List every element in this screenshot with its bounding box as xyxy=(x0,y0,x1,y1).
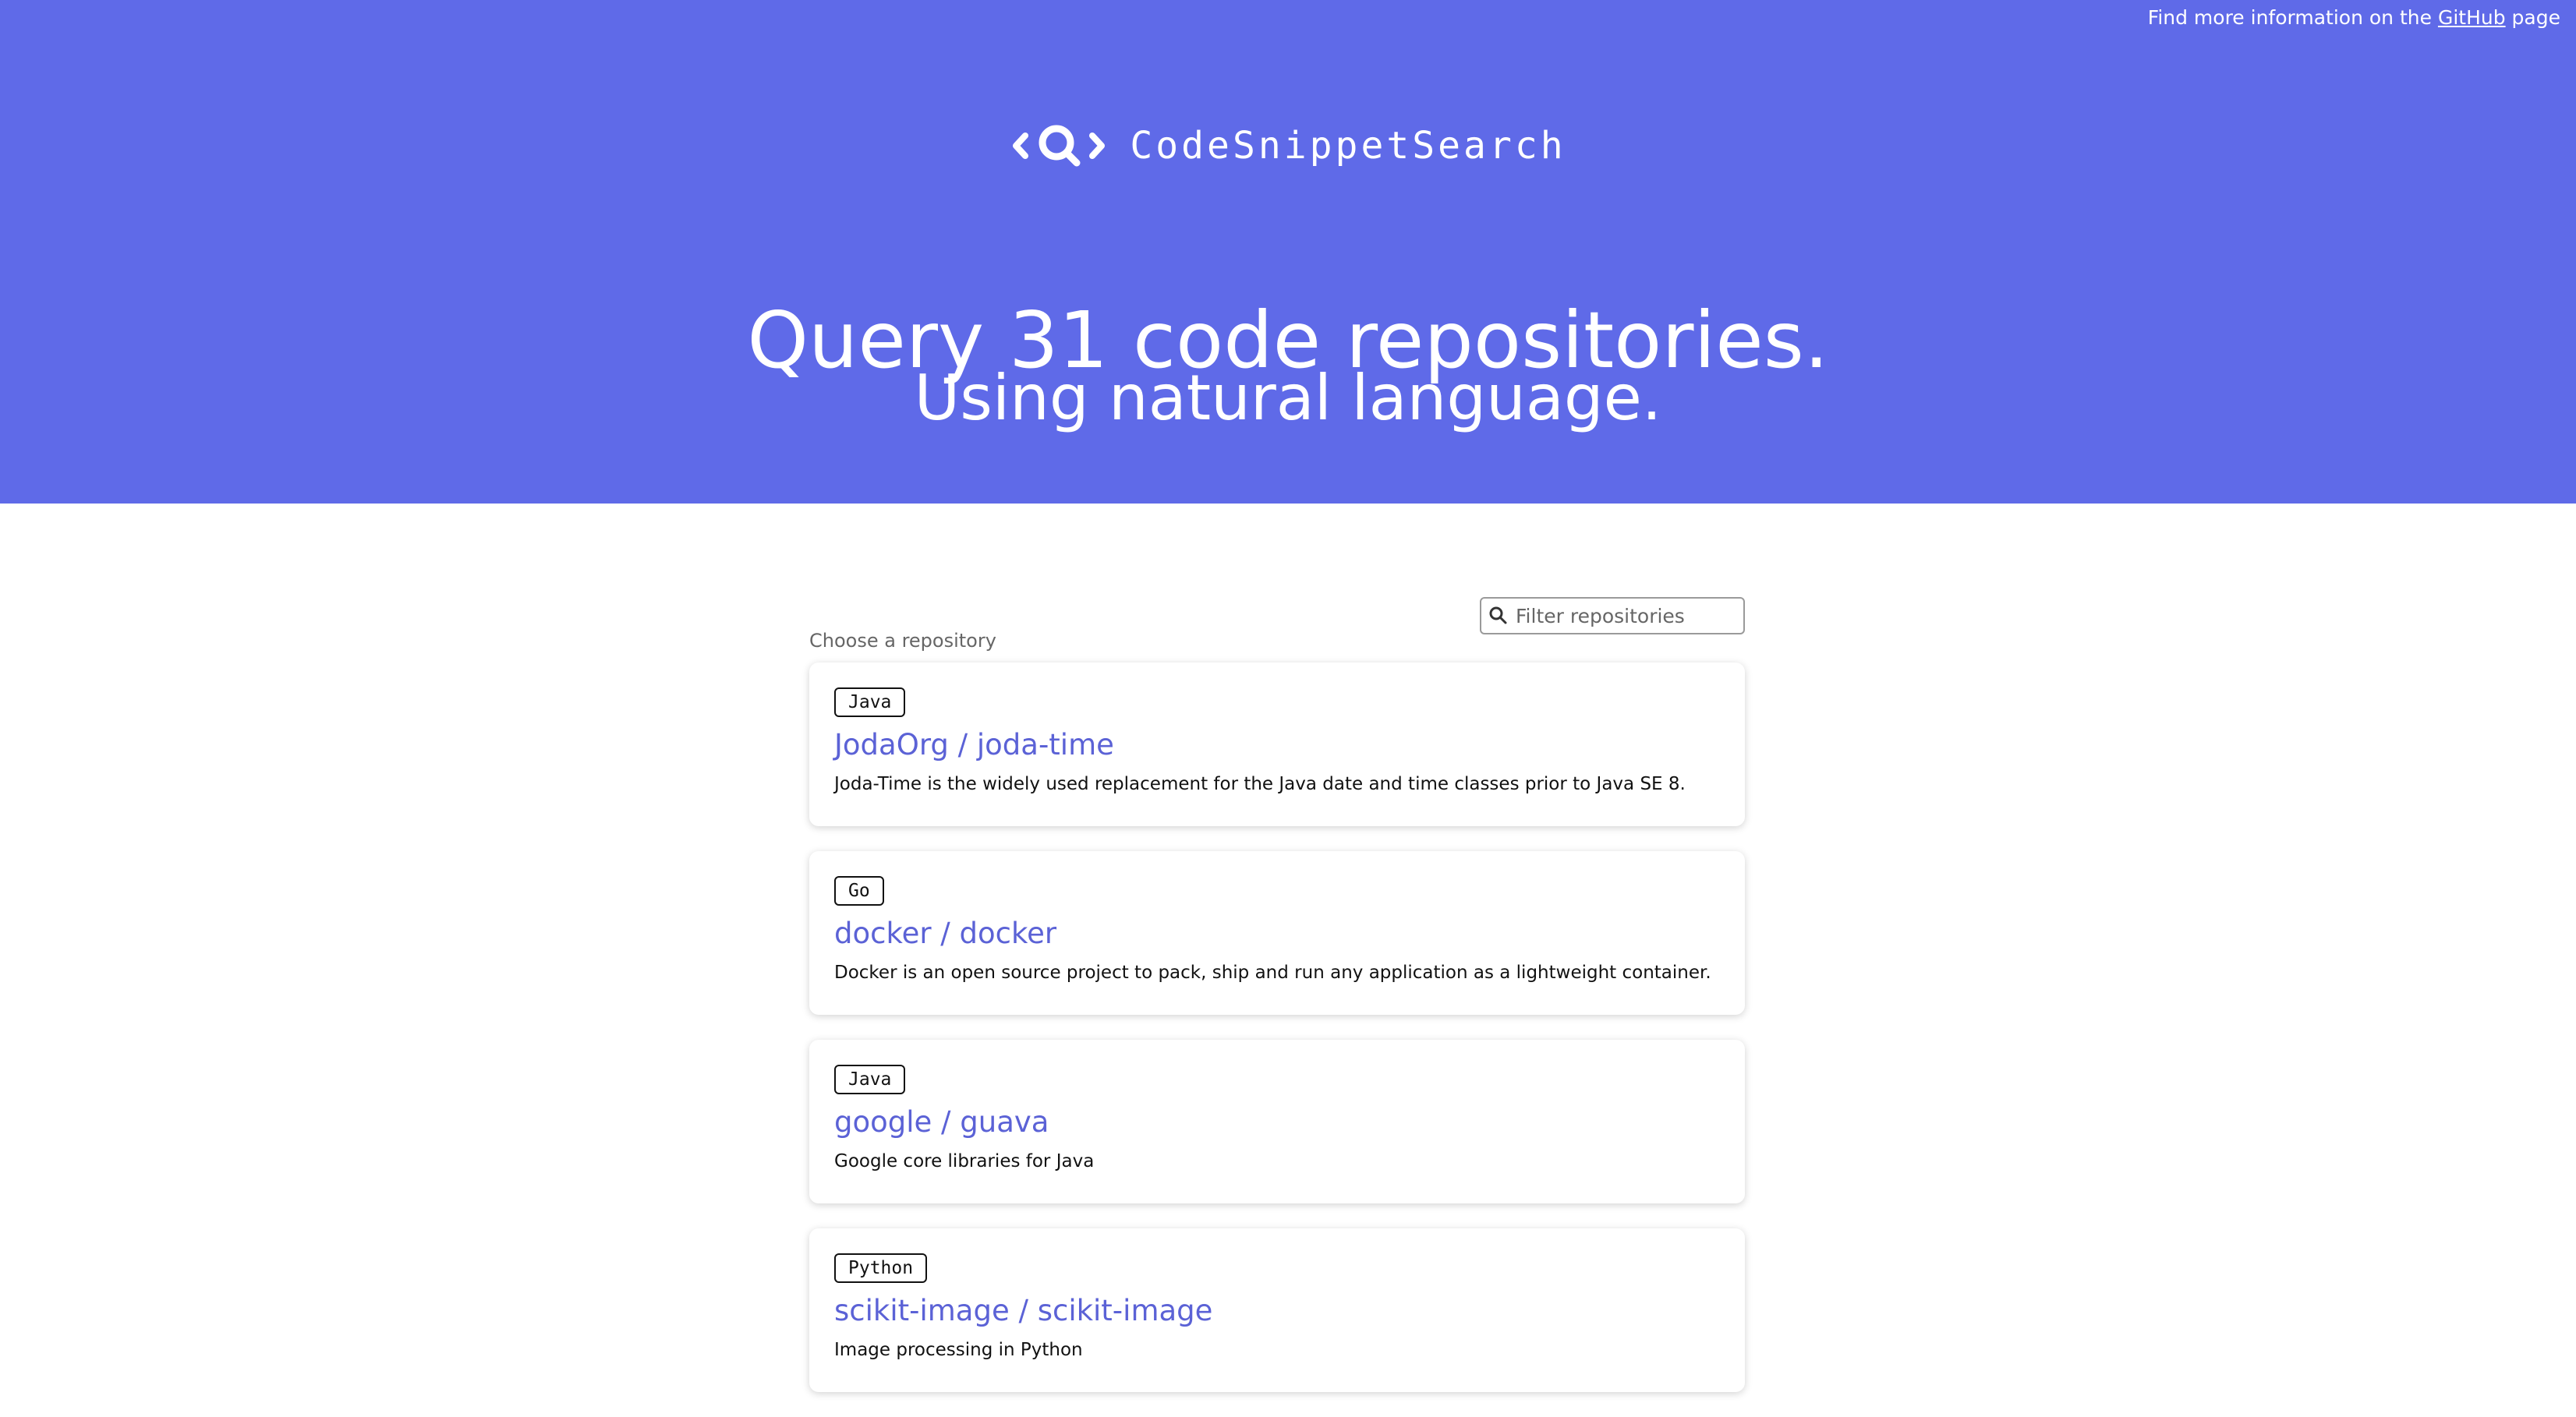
filter-repositories-field[interactable] xyxy=(1480,597,1745,634)
search-icon xyxy=(1489,606,1507,624)
repository-description: Docker is an open source project to pack… xyxy=(834,963,1711,983)
language-badge: Java xyxy=(834,1065,906,1094)
code-search-logo-icon xyxy=(1013,125,1106,167)
repository-card[interactable]: Python scikit-image / scikit-image Image… xyxy=(809,1228,1745,1392)
logo-text: CodeSnippetSearch xyxy=(1130,124,1566,168)
repository-list-section: Choose a repository Java JodaOrg / joda-… xyxy=(809,597,1745,1417)
page-subtitle: Using natural language. xyxy=(914,362,1662,434)
repository-description: Image processing in Python xyxy=(834,1340,1083,1360)
repository-card[interactable]: Java JodaOrg / joda-time Joda-Time is th… xyxy=(809,663,1745,826)
language-badge: Go xyxy=(834,876,884,906)
github-info-note: Find more information on the GitHub page xyxy=(2148,6,2560,29)
repository-description: Google core libraries for Java xyxy=(834,1151,1095,1171)
repository-list-header: Choose a repository xyxy=(809,597,1745,652)
language-badge: Java xyxy=(834,687,906,717)
repository-card[interactable]: Go docker / docker Docker is an open sou… xyxy=(809,851,1745,1015)
github-note-prefix: Find more information on the xyxy=(2147,6,2432,29)
github-link[interactable]: GitHub xyxy=(2438,6,2506,29)
repository-card[interactable]: Java google / guava Google core librarie… xyxy=(809,1040,1745,1203)
repository-description: Joda-Time is the widely used replacement… xyxy=(834,774,1686,794)
repository-link[interactable]: JodaOrg / joda-time xyxy=(834,726,1720,764)
repository-link[interactable]: docker / docker xyxy=(834,915,1720,952)
language-badge: Python xyxy=(834,1253,928,1283)
repository-link[interactable]: scikit-image / scikit-image xyxy=(834,1292,1720,1330)
filter-repositories-input[interactable] xyxy=(1514,603,1736,628)
logo: CodeSnippetSearch xyxy=(0,118,2576,173)
hero-banner: Find more information on the GitHub page… xyxy=(0,0,2576,504)
repository-link[interactable]: google / guava xyxy=(834,1104,1720,1141)
choose-repository-label: Choose a repository xyxy=(809,630,996,652)
github-note-suffix: page xyxy=(2511,6,2560,29)
